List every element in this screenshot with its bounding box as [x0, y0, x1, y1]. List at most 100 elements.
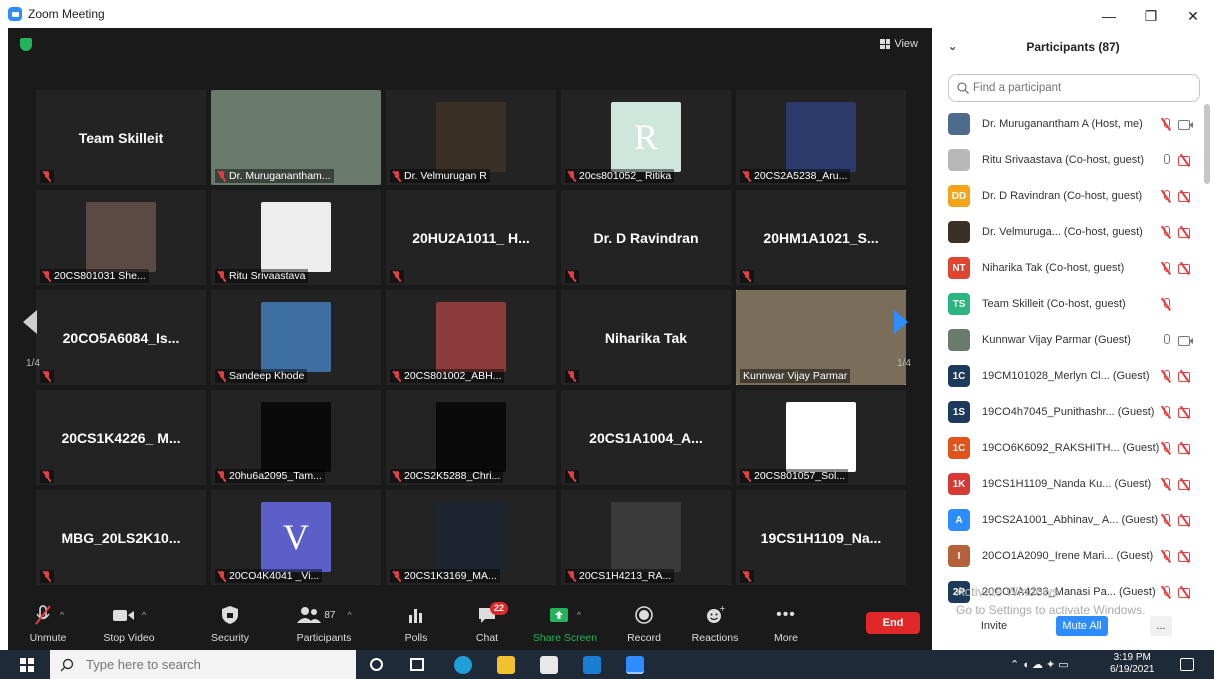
- microphone-icon[interactable]: [1160, 153, 1172, 167]
- participant-search[interactable]: [948, 74, 1200, 102]
- collapse-chevron-icon[interactable]: ⌄: [948, 40, 957, 53]
- record-button[interactable]: Record: [609, 604, 679, 644]
- video-tile[interactable]: Dr. D Ravindran: [561, 190, 731, 285]
- panel-more-button[interactable]: ...: [1150, 616, 1172, 636]
- video-off-icon[interactable]: [1178, 587, 1193, 598]
- stop-video-button[interactable]: ^ Stop Video: [94, 604, 164, 644]
- video-tile[interactable]: 19CS1H1109_Na...: [736, 490, 906, 585]
- microphone-muted-icon[interactable]: [1160, 225, 1172, 239]
- task-view-icon[interactable]: [410, 658, 424, 671]
- cortana-icon[interactable]: [370, 658, 383, 671]
- invite-button[interactable]: Invite: [976, 616, 1012, 636]
- video-tile[interactable]: 20HU2A1011_ H...: [386, 190, 556, 285]
- reactions-button[interactable]: + Reactions: [680, 604, 750, 644]
- video-tile[interactable]: 20CS801002_ABH...: [386, 290, 556, 385]
- microphone-muted-icon[interactable]: [1160, 261, 1172, 275]
- video-tile[interactable]: 20CS801057_Sol...: [736, 390, 906, 485]
- microphone-muted-icon[interactable]: [1160, 117, 1172, 131]
- security-button[interactable]: Security: [195, 604, 265, 644]
- participant-row[interactable]: Dr. Muruganantham A (Host, me): [948, 106, 1202, 142]
- video-tile[interactable]: 20CS1K3169_MA...: [386, 490, 556, 585]
- store-icon[interactable]: [540, 656, 558, 674]
- video-tile[interactable]: 20CS1K4226_ M...: [36, 390, 206, 485]
- video-tile[interactable]: 20CS2A5238_Aru...: [736, 90, 906, 185]
- microphone-muted-icon[interactable]: [1160, 189, 1172, 203]
- system-tray-icons[interactable]: ⌃ ◖ ☁ ✦ ▭: [1010, 658, 1069, 671]
- video-tile[interactable]: Kunnwar Vijay Parmar: [736, 290, 906, 385]
- video-off-icon[interactable]: [1178, 371, 1193, 382]
- participant-row[interactable]: 1K 19CS1H1109_Nanda Ku... (Guest): [948, 466, 1202, 502]
- video-tile[interactable]: 20CO5A6084_Is...: [36, 290, 206, 385]
- video-tile[interactable]: Sandeep Khode: [211, 290, 381, 385]
- edge-browser-icon[interactable]: [454, 656, 472, 674]
- participant-row[interactable]: Kunnwar Vijay Parmar (Guest): [948, 322, 1202, 358]
- microphone-muted-icon[interactable]: [1160, 405, 1172, 419]
- video-tile[interactable]: 20CS1H4213_RA...: [561, 490, 731, 585]
- microphone-icon[interactable]: [1160, 333, 1172, 347]
- participant-row[interactable]: I 20CO1A2090_Irene Mari... (Guest): [948, 538, 1202, 574]
- end-meeting-button[interactable]: End: [866, 612, 920, 634]
- mail-icon[interactable]: [583, 656, 601, 674]
- video-tile[interactable]: Dr. Muruganantham...: [211, 90, 381, 185]
- video-tile[interactable]: 20CS1A1004_A...: [561, 390, 731, 485]
- participant-row[interactable]: TS Team Skilleit (Co-host, guest): [948, 286, 1202, 322]
- participant-row[interactable]: 1C 19CM101028_Merlyn Cl... (Guest): [948, 358, 1202, 394]
- participant-row[interactable]: 1C 19CO6K6092_RAKSHITH... (Guest): [948, 430, 1202, 466]
- notifications-icon[interactable]: [1180, 658, 1194, 671]
- video-off-icon[interactable]: [1178, 407, 1193, 418]
- video-tile[interactable]: Dr. Velmurugan R: [386, 90, 556, 185]
- video-tile[interactable]: V 20CO4K4041 _Vi...: [211, 490, 381, 585]
- participant-row[interactable]: Ritu Srivaastava (Co-host, guest): [948, 142, 1202, 178]
- participant-row[interactable]: A 19CS2A1001_Abhinav_ A... (Guest): [948, 502, 1202, 538]
- video-tile[interactable]: 20HM1A1021_S...: [736, 190, 906, 285]
- video-off-icon[interactable]: [1178, 263, 1193, 274]
- video-off-icon[interactable]: [1178, 443, 1193, 454]
- video-tile[interactable]: 20CS2K5288_Chri...: [386, 390, 556, 485]
- view-button[interactable]: View: [880, 38, 918, 50]
- video-off-icon[interactable]: [1178, 479, 1193, 490]
- video-off-icon[interactable]: [1178, 551, 1193, 562]
- video-camera-icon[interactable]: [1178, 119, 1193, 130]
- microphone-muted-icon[interactable]: [1160, 441, 1172, 455]
- participant-row[interactable]: NT Niharika Tak (Co-host, guest): [948, 250, 1202, 286]
- polls-button[interactable]: Polls: [381, 604, 451, 644]
- video-tile[interactable]: MBG_20LS2K10...: [36, 490, 206, 585]
- video-off-icon[interactable]: [1178, 155, 1193, 166]
- unmute-button[interactable]: ^ Unmute: [13, 604, 83, 644]
- participant-list-scrollbar[interactable]: [1204, 104, 1210, 184]
- microphone-muted-icon[interactable]: [1160, 369, 1172, 383]
- video-tile[interactable]: Niharika Tak: [561, 290, 731, 385]
- share-screen-button[interactable]: ^ Share Screen: [530, 604, 600, 644]
- microphone-muted-icon[interactable]: [1160, 585, 1172, 599]
- video-off-icon[interactable]: [1178, 515, 1193, 526]
- next-page-button[interactable]: [885, 296, 915, 348]
- previous-page-button[interactable]: [16, 296, 46, 348]
- participant-search-input[interactable]: [973, 82, 1193, 94]
- microphone-muted-icon[interactable]: [1160, 549, 1172, 563]
- video-tile[interactable]: 20CS801031 She...: [36, 190, 206, 285]
- video-camera-icon[interactable]: [1178, 335, 1193, 346]
- video-tile[interactable]: 20hu6a2095_Tam...: [211, 390, 381, 485]
- mute-all-button[interactable]: Mute All: [1056, 616, 1108, 636]
- encryption-shield-icon[interactable]: [20, 38, 32, 51]
- start-button[interactable]: [20, 658, 34, 677]
- microphone-muted-icon[interactable]: [1160, 513, 1172, 527]
- participant-row[interactable]: DD Dr. D Ravindran (Co-host, guest): [948, 178, 1202, 214]
- microphone-muted-icon[interactable]: [1160, 297, 1172, 311]
- video-off-icon[interactable]: [1178, 191, 1193, 202]
- taskbar-clock[interactable]: 3:19 PM 6/19/2021: [1110, 652, 1155, 676]
- zoom-taskbar-icon[interactable]: [626, 656, 644, 674]
- participants-button[interactable]: 87 ^ Participants: [289, 604, 359, 644]
- video-tile[interactable]: R 20cs801052_ Ritika: [561, 90, 731, 185]
- microphone-muted-icon[interactable]: [1160, 477, 1172, 491]
- file-explorer-icon[interactable]: [497, 656, 515, 674]
- video-tile[interactable]: Ritu Srivaastava: [211, 190, 381, 285]
- taskbar-search[interactable]: [50, 650, 356, 679]
- video-tile[interactable]: Team Skilleit: [36, 90, 206, 185]
- video-off-icon[interactable]: [1178, 227, 1193, 238]
- participant-row[interactable]: 1S 19CO4h7045_Punithashr... (Guest): [948, 394, 1202, 430]
- more-button[interactable]: ••• More: [751, 604, 821, 644]
- taskbar-search-input[interactable]: [86, 657, 346, 672]
- participant-row[interactable]: Dr. Velmuruga... (Co-host, guest): [948, 214, 1202, 250]
- chat-button[interactable]: 22 Chat: [452, 602, 522, 644]
